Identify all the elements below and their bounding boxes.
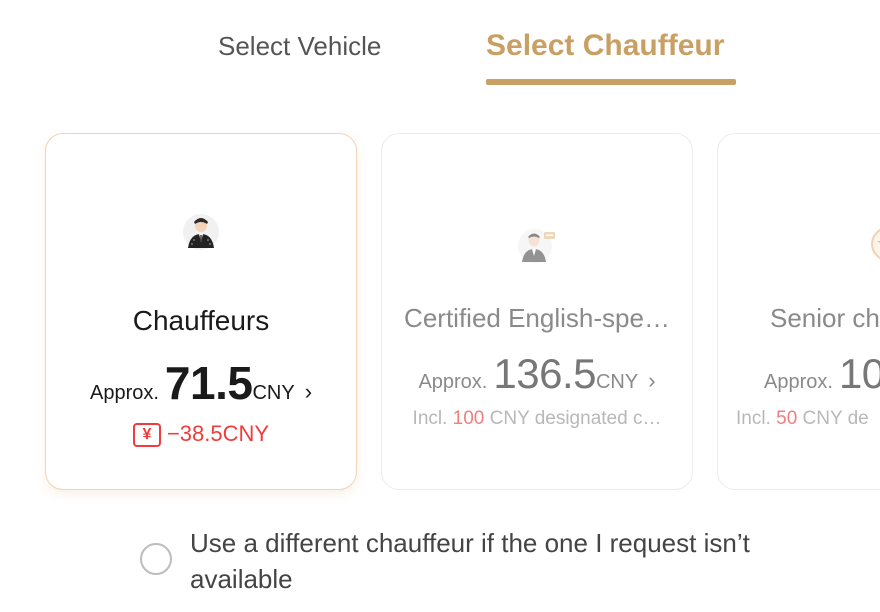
price-row[interactable]: Approx.10 [764, 350, 880, 398]
tab-select-vehicle[interactable]: Select Vehicle [218, 28, 381, 64]
note-suffix: CNY de [797, 408, 869, 429]
tab-bar: Select Vehicle Select Chauffeur [0, 0, 880, 100]
discount-row: ¥ −38.5CNY [46, 421, 356, 448]
chauffeur-avatar-icon [181, 212, 221, 252]
currency-label: CNY [252, 382, 295, 404]
coupon-icon: ¥ [132, 423, 161, 448]
note-prefix: Incl. [736, 408, 777, 429]
fallback-option-label[interactable]: Use a different chauffeur if the one I r… [190, 525, 790, 597]
chauffeur-card-english[interactable]: Certified English-spe… Approx. 136.5CNY › … [381, 133, 693, 490]
chauffeur-card-senior[interactable]: Senior ch Approx.10 Incl. 50 CNY de [717, 133, 880, 490]
note-amount: 100 [452, 408, 485, 429]
card-title: Chauffeurs [132, 305, 270, 336]
tab-select-chauffeur[interactable]: Select Chauffeur [486, 28, 724, 64]
card-note: Incl. 50 CNY de [736, 408, 880, 430]
select-chauffeur-screen: Select Vehicle Select Chauffeur Chauffeu… [0, 0, 880, 612]
note-amount: 50 [776, 408, 798, 429]
active-tab-indicator [486, 79, 736, 85]
approx-label: Approx. [89, 382, 159, 404]
currency-label: CNY [595, 371, 639, 393]
price-row[interactable]: Approx. 71.5CNY › [46, 356, 356, 410]
approx-label: Approx. [418, 371, 488, 393]
card-title: Senior ch [770, 303, 880, 333]
english-chauffeur-avatar-icon [517, 226, 557, 266]
chauffeur-card-list[interactable]: Chauffeurs Approx.71.5CNY› ¥−38.5CNY [0, 133, 880, 493]
price-value: 136.5 [493, 350, 596, 397]
discount-amount: −38.5CNY [166, 421, 270, 446]
approx-label: Approx. [764, 371, 833, 393]
card-note: Incl. 100 CNY designated c… [382, 408, 692, 430]
star-badge-icon [868, 224, 880, 264]
chauffeur-card-standard[interactable]: Chauffeurs Approx. 71.5CNY › ¥ −38.5CNY [45, 133, 357, 490]
note-suffix: CNY designated c… [484, 408, 662, 429]
card-title: Certified English-spe… [404, 303, 670, 333]
chevron-right-icon[interactable]: › [648, 368, 655, 394]
price-row[interactable]: Approx. 136.5CNY › [382, 350, 692, 398]
chevron-right-icon[interactable]: › [305, 379, 312, 405]
price-value: 10 [838, 350, 880, 397]
price-value: 71.5 [164, 357, 253, 409]
fallback-chauffeur-option[interactable]: Use a different chauffeur if the one I r… [140, 525, 780, 605]
note-prefix: Incl. [412, 408, 453, 429]
fallback-radio-button[interactable] [140, 543, 172, 575]
